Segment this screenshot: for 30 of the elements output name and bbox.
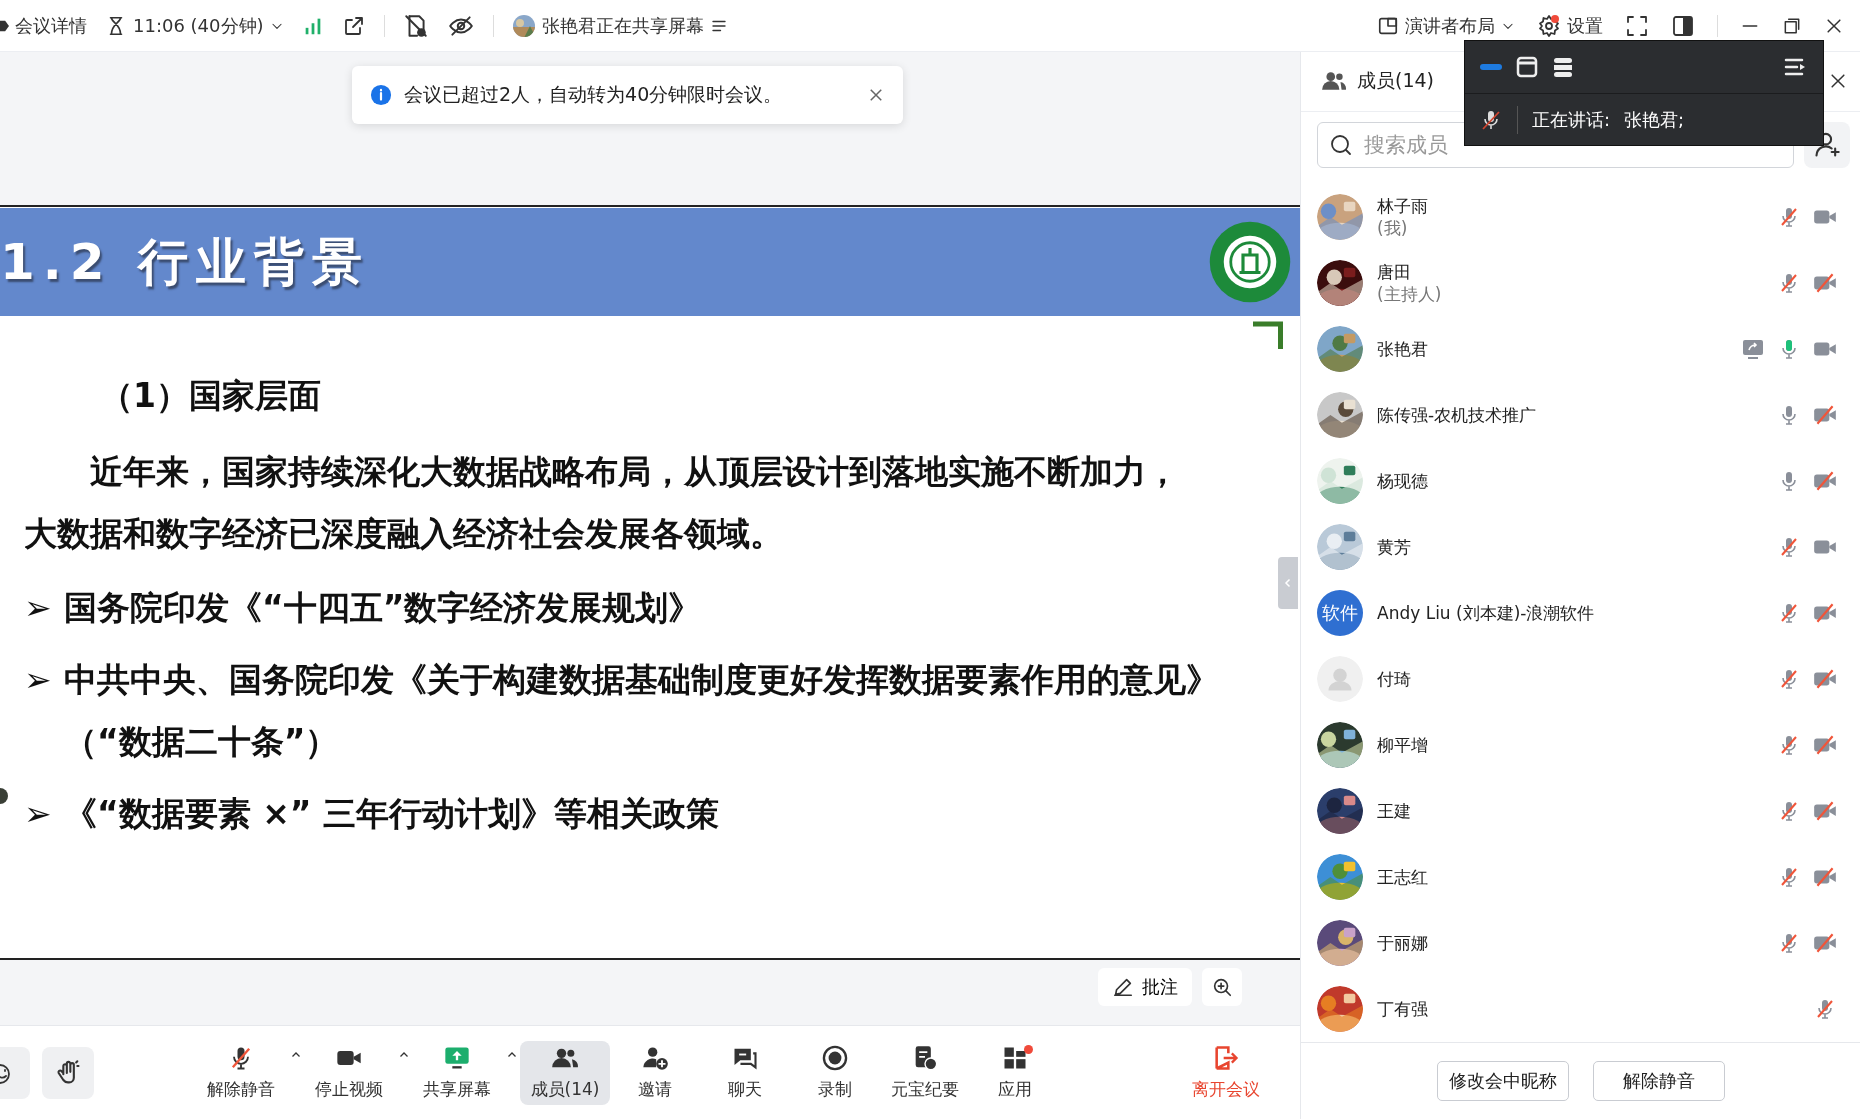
slide-title: 1.2 行业背景 [0, 231, 370, 293]
member-name: 张艳君 [1377, 337, 1429, 360]
member-name: 唐田 [1377, 260, 1412, 283]
speaking-label: 正在讲话: [1532, 107, 1611, 132]
member-name: 付琦 [1377, 667, 1412, 690]
member-name: 杨现德 [1377, 469, 1429, 492]
member-role: (主持人) [1377, 282, 1443, 305]
member-name: 王志红 [1377, 865, 1429, 888]
bullet-text: 《“数据要素 ×” 三年行动计划》等相关政策 [64, 793, 719, 835]
bullet-marker: ➢ [24, 793, 50, 835]
speaker-name: 张艳君; [1624, 107, 1685, 132]
toast-message: 会议已超过2人，自动转为40分钟限时会议。 [404, 82, 784, 107]
bullet-marker: ➢ [24, 659, 50, 701]
member-name: 黄芳 [1377, 535, 1412, 558]
bullet-marker: ➢ [24, 587, 50, 629]
bullet-text: 国务院印发《“十四五”数字经济发展规划》 [64, 587, 702, 629]
member-name: 柳平增 [1377, 733, 1429, 756]
member-name: 于丽娜 [1377, 931, 1429, 954]
member-name: 丁有强 [1377, 997, 1429, 1020]
slide-heading: （1）国家层面 [100, 375, 322, 417]
panel-title: 成员(14) [1357, 68, 1435, 94]
bullet-text: 中共中央、国务院印发《关于构建数据基础制度更好发挥数据要素作用的意见》（“数据二十条”） [64, 659, 1220, 763]
slide-paragraph: 近年来，国家持续深化大数据战略布局，从顶层设计到落地实施不断加力，大数据和数字经济已深度融入经济社会发展各领域。 [24, 451, 1180, 555]
sharing-notice: 张艳君正在共享屏幕 [541, 13, 704, 38]
member-name: 林子雨 [1377, 194, 1429, 217]
member-name: 陈传强-农机技术推广 [1377, 403, 1538, 426]
member-role: (我) [1377, 216, 1409, 239]
member-name: Andy Liu (刘本建)-浪潮软件 [1377, 601, 1596, 624]
avatar: 软件 [1317, 589, 1363, 636]
member-name: 王建 [1377, 799, 1412, 822]
